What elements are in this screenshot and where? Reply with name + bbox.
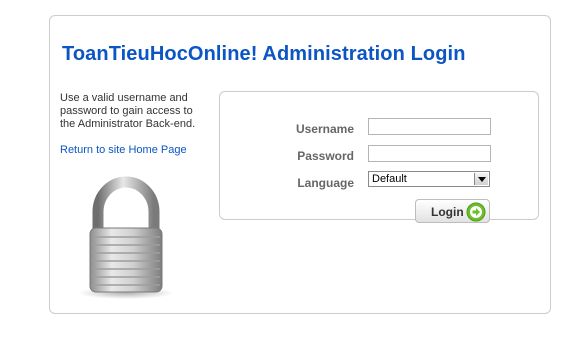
- language-label: Language: [297, 176, 354, 190]
- chevron-down-icon[interactable]: [474, 173, 488, 185]
- login-panel: ToanTieuHocOnline! Administration Login …: [49, 15, 551, 314]
- intro-text: Use a valid username and password to gai…: [60, 92, 196, 130]
- username-label: Username: [295, 122, 354, 136]
- padlock-icon: [78, 176, 174, 299]
- language-select[interactable]: Default: [368, 171, 490, 187]
- return-home-link[interactable]: Return to site Home Page: [60, 144, 187, 156]
- password-input[interactable]: [368, 145, 491, 162]
- login-button-label: Login: [431, 205, 464, 219]
- login-form: Username Password Language Default Login: [219, 91, 539, 223]
- page-title: ToanTieuHocOnline! Administration Login: [62, 43, 466, 65]
- language-selected-value: Default: [372, 173, 407, 185]
- login-button[interactable]: Login: [415, 199, 490, 223]
- username-input[interactable]: [368, 118, 491, 135]
- arrow-right-icon: [466, 202, 486, 222]
- password-label: Password: [297, 149, 354, 163]
